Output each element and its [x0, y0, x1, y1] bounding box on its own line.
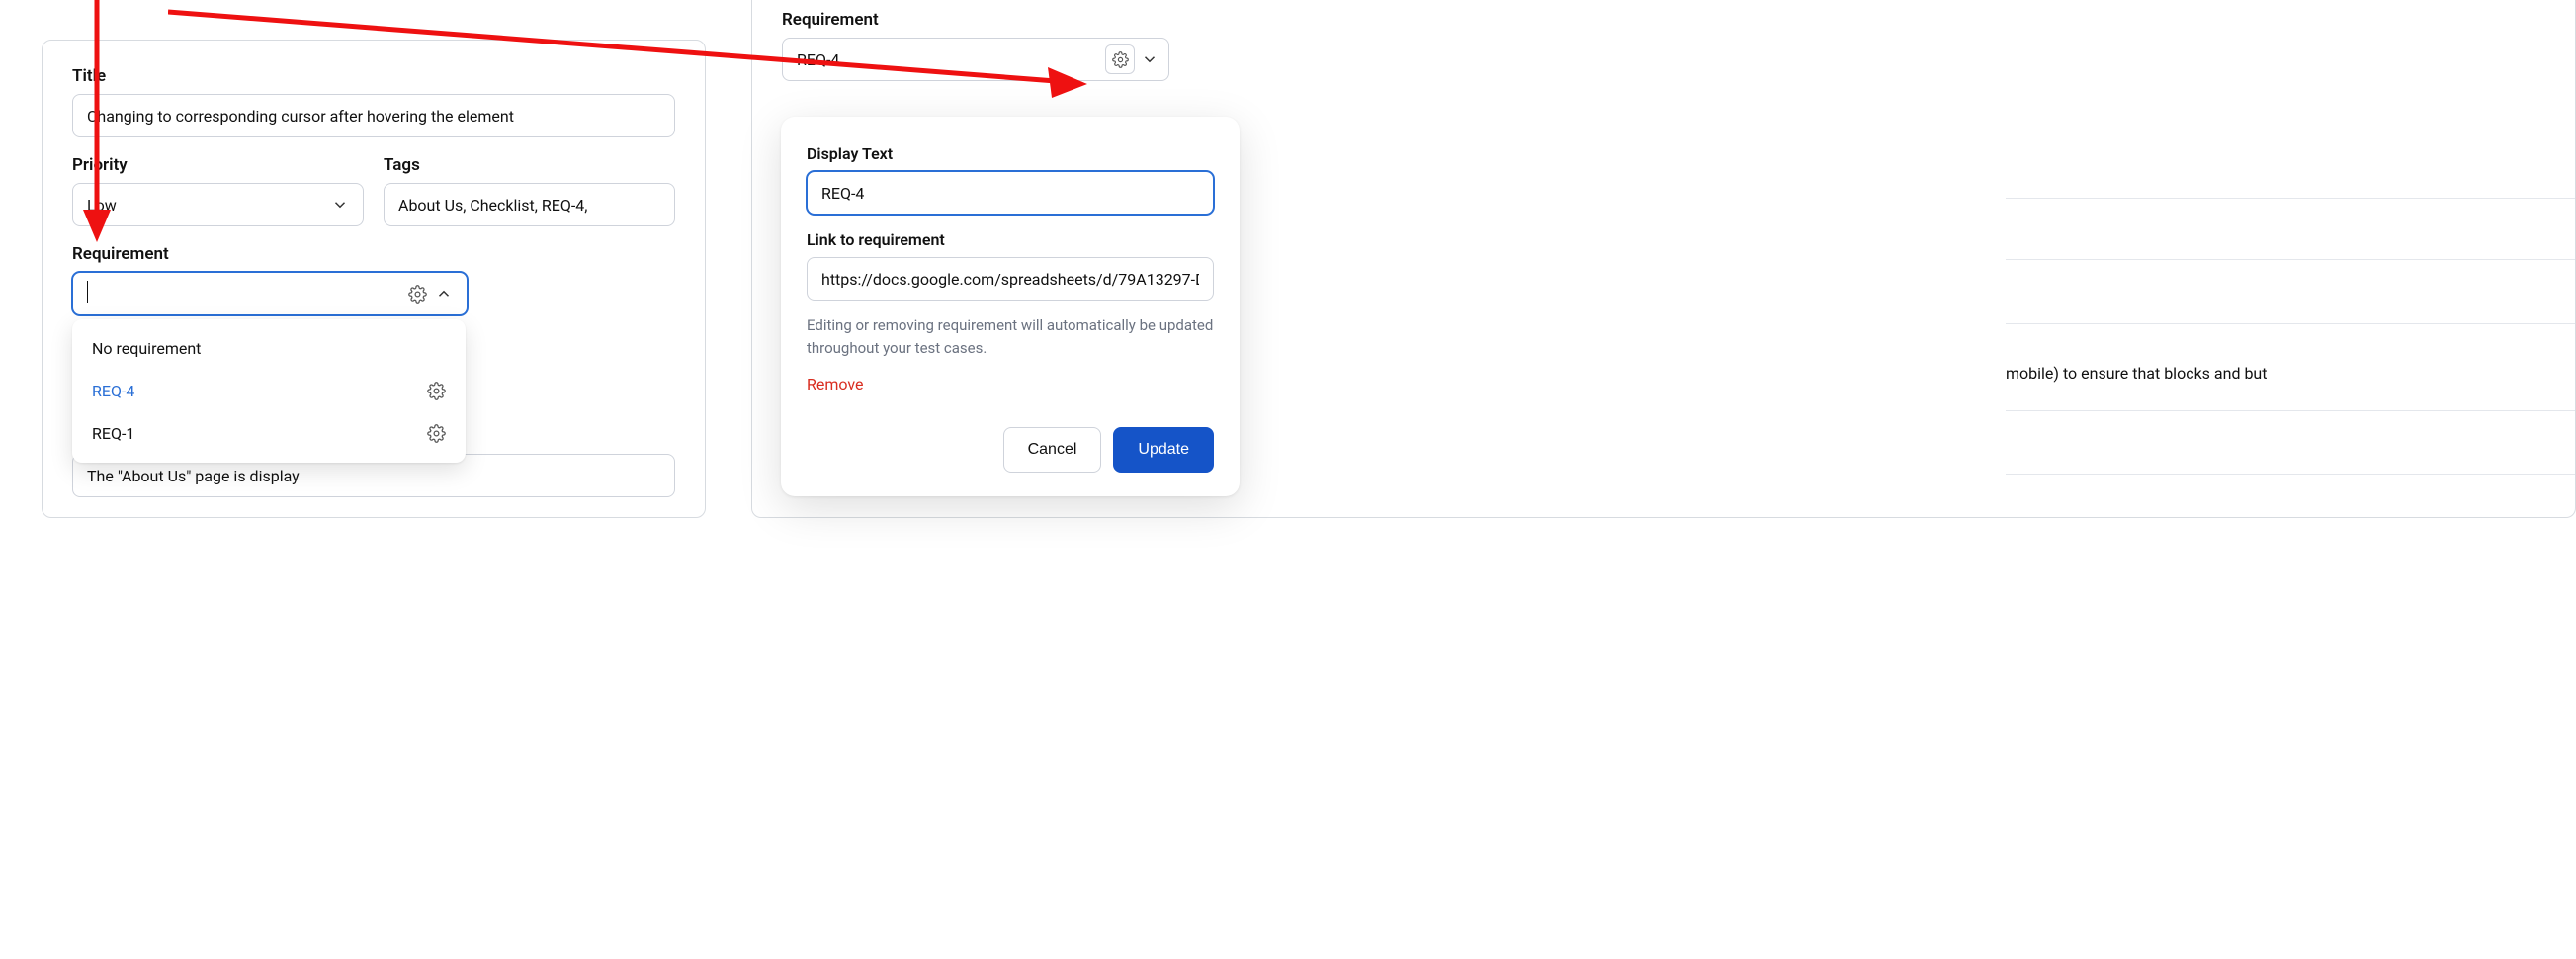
bg-divider	[2006, 323, 2575, 324]
left-panel: Title Changing to corresponding cursor a…	[42, 40, 706, 518]
text-cursor	[87, 281, 88, 303]
priority-select[interactable]: Low	[72, 183, 364, 226]
dropdown-item-req4[interactable]: REQ-4	[72, 372, 466, 410]
popover-actions: Cancel Update	[807, 427, 1214, 473]
link-input[interactable]: https://docs.google.com/spreadsheets/d/7…	[807, 257, 1214, 301]
requirement-dropdown: No requirement REQ-4 REQ-1	[72, 319, 466, 463]
dropdown-item-req4-label: REQ-4	[92, 382, 427, 400]
tags-input[interactable]: About Us, Checklist, REQ-4,	[384, 183, 675, 226]
remove-link[interactable]: Remove	[807, 375, 864, 393]
tags-col: Tags About Us, Checklist, REQ-4,	[384, 155, 675, 226]
requirement-section: Requirement No requirement REQ-4 REQ-1	[72, 244, 675, 315]
title-label: Title	[72, 66, 675, 86]
dropdown-no-requirement[interactable]: No requirement	[72, 329, 466, 368]
dropdown-item-req1-label: REQ-1	[92, 424, 427, 443]
requirement-select-right[interactable]: REQ-4	[782, 38, 1169, 81]
requirement-label-right: Requirement	[782, 10, 2545, 30]
link-label: Link to requirement	[807, 230, 1214, 249]
gear-icon[interactable]	[408, 285, 427, 304]
dropdown-no-requirement-label: No requirement	[92, 339, 446, 358]
priority-col: Priority Low	[72, 155, 364, 226]
bottom-text-value: The "About Us" page is display	[87, 467, 300, 485]
edit-requirement-popover: Display Text REQ-4 Link to requirement h…	[781, 117, 1240, 496]
gear-icon	[1112, 51, 1129, 68]
bg-text-fragment: mobile) to ensure that blocks and but	[2006, 364, 2267, 383]
tags-value: About Us, Checklist, REQ-4,	[398, 196, 587, 215]
requirement-value	[87, 281, 408, 306]
display-text-value: REQ-4	[821, 184, 864, 203]
dropdown-item-req1[interactable]: REQ-1	[72, 414, 466, 453]
priority-tags-row: Priority Low Tags About Us, Checklist, R…	[72, 155, 675, 226]
requirement-container: No requirement REQ-4 REQ-1	[72, 272, 468, 315]
display-text-label: Display Text	[807, 144, 1214, 163]
gear-icon[interactable]	[427, 424, 446, 443]
update-button[interactable]: Update	[1113, 427, 1214, 473]
priority-label: Priority	[72, 155, 364, 175]
bg-divider	[2006, 474, 2575, 475]
bg-divider	[2006, 410, 2575, 411]
bg-divider	[2006, 198, 2575, 199]
bg-divider	[2006, 259, 2575, 260]
requirement-row-right: REQ-4	[782, 38, 2545, 81]
title-input[interactable]: Changing to corresponding cursor after h…	[72, 94, 675, 137]
link-value: https://docs.google.com/spreadsheets/d/7…	[821, 270, 1199, 289]
title-value: Changing to corresponding cursor after h…	[87, 107, 514, 126]
requirement-label: Requirement	[72, 244, 675, 264]
chevron-down-icon	[331, 196, 349, 214]
gear-icon[interactable]	[427, 382, 446, 400]
tags-label: Tags	[384, 155, 675, 175]
chevron-up-icon	[435, 285, 453, 303]
display-text-input[interactable]: REQ-4	[807, 171, 1214, 215]
requirement-settings-button[interactable]	[1105, 44, 1135, 74]
chevron-down-icon	[1141, 50, 1159, 68]
edit-hint: Editing or removing requirement will aut…	[807, 314, 1214, 359]
cancel-button[interactable]: Cancel	[1003, 427, 1102, 473]
requirement-value-right: REQ-4	[797, 50, 1099, 69]
priority-value: Low	[87, 196, 331, 215]
requirement-combobox[interactable]	[72, 272, 468, 315]
